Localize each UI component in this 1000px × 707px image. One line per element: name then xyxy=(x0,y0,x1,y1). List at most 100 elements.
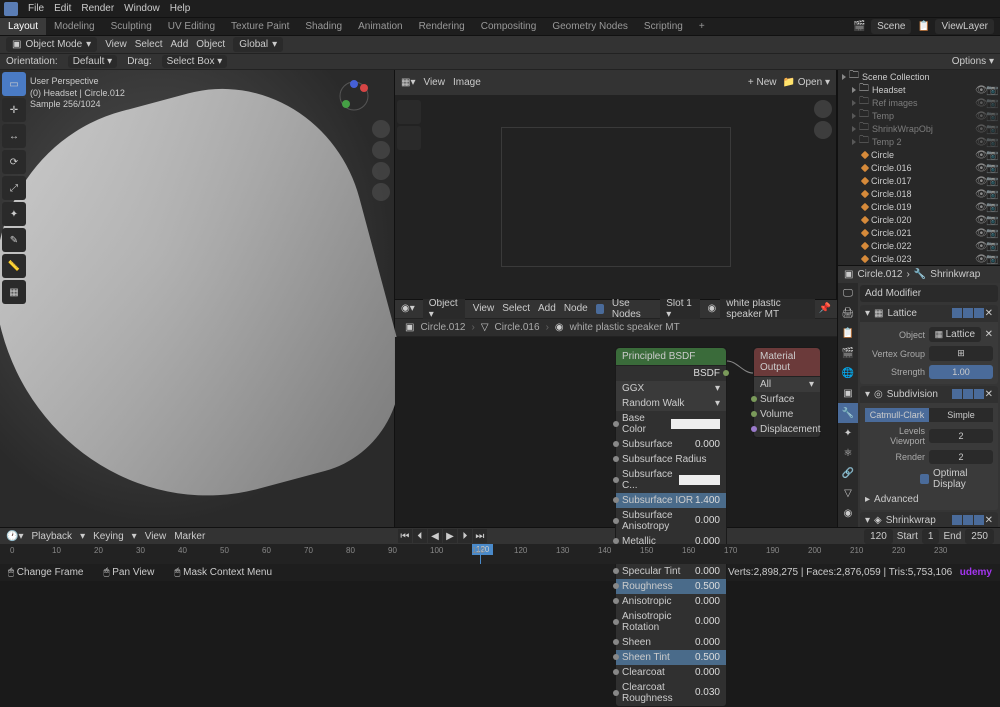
mod-show-viewport[interactable] xyxy=(963,308,973,318)
menu-edit[interactable]: Edit xyxy=(54,3,71,14)
keyframe-prev-icon[interactable]: ⏴ xyxy=(413,529,427,543)
menu-file[interactable]: File xyxy=(28,3,44,14)
menu-help[interactable]: Help xyxy=(170,3,191,14)
zoom-icon[interactable] xyxy=(372,120,390,138)
node-header[interactable]: Principled BSDF xyxy=(616,348,726,366)
hide-render-icon[interactable]: 📷 xyxy=(986,254,996,264)
tab-rendering[interactable]: Rendering xyxy=(411,18,473,35)
menu-add[interactable]: Add xyxy=(170,39,188,50)
tab-material-icon[interactable]: ◉ xyxy=(838,503,858,523)
surface-socket[interactable] xyxy=(751,396,757,402)
outliner-item[interactable]: Circle.017👁📷 xyxy=(838,174,1000,187)
open-button[interactable]: 📁 Open ▾ xyxy=(782,77,830,88)
mod-show-viewport[interactable] xyxy=(963,515,973,525)
tab-output-icon[interactable]: 🖨 xyxy=(838,303,858,323)
drag-dropdown[interactable]: Select Box ▾ xyxy=(162,55,228,68)
hide-viewport-icon[interactable]: 👁 xyxy=(975,254,985,264)
hide-render-icon[interactable]: 📷 xyxy=(986,150,996,160)
hide-render-icon[interactable]: 📷 xyxy=(986,228,996,238)
viewport-levels-input[interactable]: 2 xyxy=(929,429,993,443)
input-socket[interactable] xyxy=(613,669,619,675)
input-socket[interactable] xyxy=(613,421,619,427)
hide-render-icon[interactable]: 📷 xyxy=(986,124,996,134)
select-tool[interactable]: ▭ xyxy=(2,72,26,96)
orientation-dropdown[interactable]: Default ▾ xyxy=(68,55,118,68)
uv-pan-icon[interactable] xyxy=(814,121,832,139)
scene-selector[interactable]: Scene xyxy=(871,19,911,34)
crumb-material[interactable]: white plastic speaker MT xyxy=(570,322,680,333)
bsdf-anisotropic[interactable]: Anisotropic0.000 xyxy=(616,594,726,609)
move-tool[interactable]: ↔ xyxy=(2,124,26,148)
tab-modeling[interactable]: Modeling xyxy=(46,18,103,35)
menu-object[interactable]: Object xyxy=(196,39,225,50)
advanced-disclosure[interactable]: ▸ Advanced xyxy=(865,492,993,507)
input-socket[interactable] xyxy=(613,598,619,604)
tab-layout[interactable]: Layout xyxy=(0,18,46,35)
rotate-tool[interactable]: ⟳ xyxy=(2,150,26,174)
mode-dropdown[interactable]: ▣ Object Mode ▾ xyxy=(6,37,97,52)
input-socket[interactable] xyxy=(613,456,619,462)
disclosure-icon[interactable] xyxy=(842,74,846,80)
hide-viewport-icon[interactable]: 👁 xyxy=(975,241,985,251)
bsdf-sheen[interactable]: Sheen0.000 xyxy=(616,635,726,650)
outliner-item[interactable]: Circle.020👁📷 xyxy=(838,213,1000,226)
addcube-tool[interactable]: ▦ xyxy=(2,280,26,304)
subdiv-type-segment[interactable]: Catmull-ClarkSimple xyxy=(865,408,993,422)
uv-canvas[interactable] xyxy=(395,96,836,299)
mod-show-editmode[interactable] xyxy=(952,308,962,318)
bsdf-subsurface-ior[interactable]: Subsurface IOR1.400 xyxy=(616,493,726,508)
pan-icon[interactable] xyxy=(372,141,390,159)
jump-end-icon[interactable]: ⏭ xyxy=(473,529,487,543)
bsdf-subsurface-radius[interactable]: Subsurface Radius xyxy=(616,452,726,467)
bsdf-anisotropic-rotation[interactable]: Anisotropic Rotation0.000 xyxy=(616,609,726,635)
tab-animation[interactable]: Animation xyxy=(350,18,410,35)
hide-viewport-icon[interactable]: 👁 xyxy=(975,228,985,238)
input-socket[interactable] xyxy=(613,639,619,645)
input-socket[interactable] xyxy=(613,654,619,660)
pin-icon[interactable]: 📌 xyxy=(819,303,831,314)
hide-viewport-icon[interactable]: 👁 xyxy=(975,202,985,212)
input-socket[interactable] xyxy=(613,518,619,524)
disclosure-icon[interactable] xyxy=(852,87,856,93)
bsdf-subsurface-c-[interactable]: Subsurface C... xyxy=(616,467,726,493)
timeline-ruler[interactable]: 120 010203040506070809010011012013014015… xyxy=(0,544,1000,564)
uv-view-menu[interactable]: View xyxy=(423,77,445,88)
hide-render-icon[interactable]: 📷 xyxy=(986,163,996,173)
clear-icon[interactable]: ✕ xyxy=(985,329,993,340)
cursor-tool[interactable]: ✛ xyxy=(2,98,26,122)
input-socket[interactable] xyxy=(613,477,619,483)
menu-view[interactable]: View xyxy=(105,39,127,50)
modifier-header[interactable]: ▾ ◎ Subdivision ✕ xyxy=(860,386,998,403)
tab-scene-icon[interactable]: 🎬 xyxy=(838,343,858,363)
disclosure-icon[interactable]: ▾ xyxy=(865,515,870,526)
bsdf-clearcoat-roughness[interactable]: Clearcoat Roughness0.030 xyxy=(616,680,726,706)
hide-render-icon[interactable]: 📷 xyxy=(986,137,996,147)
keyframe-next-icon[interactable]: ⏵ xyxy=(458,529,472,543)
3d-viewport[interactable]: User Perspective (0) Headset | Circle.01… xyxy=(0,70,395,527)
mod-show-render[interactable] xyxy=(974,389,984,399)
target-dropdown[interactable]: All▾ xyxy=(754,377,820,392)
tab-viewlayer-icon[interactable]: 📋 xyxy=(838,323,858,343)
tab-constraint-icon[interactable]: 🔗 xyxy=(838,463,858,483)
perspective-icon[interactable] xyxy=(372,183,390,201)
tab-mesh-icon[interactable]: ▽ xyxy=(838,483,858,503)
hide-viewport-icon[interactable]: 👁 xyxy=(975,176,985,186)
distribution-dropdown[interactable]: GGX▾ xyxy=(616,381,726,396)
modifier-header[interactable]: ▾ ▦ Lattice ✕ xyxy=(860,305,998,322)
node-node-menu[interactable]: Node xyxy=(564,303,588,314)
uv-zoom-icon[interactable] xyxy=(814,100,832,118)
hide-viewport-icon[interactable]: 👁 xyxy=(975,189,985,199)
hide-render-icon[interactable]: 📷 xyxy=(986,189,996,199)
bsdf-roughness[interactable]: Roughness0.500 xyxy=(616,579,726,594)
mod-delete-icon[interactable]: ✕ xyxy=(985,515,993,526)
playback-menu[interactable]: Playback xyxy=(31,531,72,542)
options-dropdown[interactable]: Options xyxy=(952,56,986,67)
menu-render[interactable]: Render xyxy=(81,3,114,14)
hide-viewport-icon[interactable]: 👁 xyxy=(975,215,985,225)
editor-type-icon[interactable]: 🕐▾ xyxy=(6,531,23,542)
output-socket[interactable] xyxy=(723,370,729,376)
tab-uv[interactable]: UV Editing xyxy=(160,18,223,35)
node-canvas[interactable]: Principled BSDF BSDF GGX▾ Random Walk▾ B… xyxy=(395,337,837,528)
tab-object-icon[interactable]: ▣ xyxy=(838,383,858,403)
tab-particle-icon[interactable]: ✦ xyxy=(838,423,858,443)
